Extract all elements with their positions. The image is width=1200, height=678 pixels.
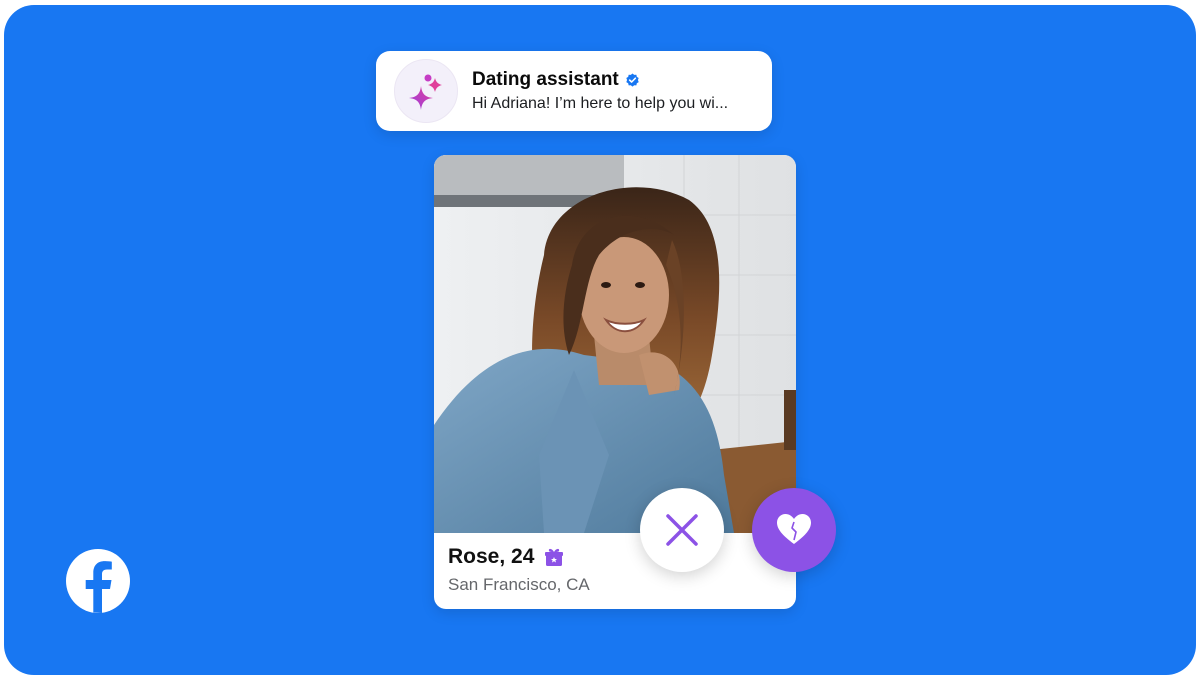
profile-name-age: Rose, 24 bbox=[448, 545, 535, 568]
verified-badge-icon bbox=[626, 72, 639, 87]
pass-button[interactable] bbox=[640, 488, 724, 572]
assistant-notification[interactable]: Dating assistant Hi Adriana! I’m here to… bbox=[376, 51, 772, 131]
gift-icon bbox=[545, 548, 564, 566]
close-icon bbox=[666, 514, 698, 546]
profile-photo bbox=[434, 155, 796, 533]
promo-canvas: Dating assistant Hi Adriana! I’m here to… bbox=[4, 5, 1196, 675]
facebook-logo bbox=[66, 549, 130, 613]
sparkle-icon bbox=[409, 74, 442, 110]
notification-title-row: Dating assistant bbox=[472, 69, 640, 91]
profile-location: San Francisco, CA bbox=[448, 575, 590, 594]
notification-message: Hi Adriana! I’m here to help you wi... bbox=[472, 95, 729, 112]
like-button[interactable] bbox=[752, 488, 836, 572]
assistant-avatar bbox=[394, 59, 458, 123]
profile-card[interactable]: Rose, 24 San Francisco, CA bbox=[434, 155, 796, 609]
heart-icon bbox=[777, 514, 811, 544]
notification-title: Dating assistant bbox=[472, 69, 619, 90]
profile-name-row: Rose, 24 bbox=[448, 545, 564, 569]
